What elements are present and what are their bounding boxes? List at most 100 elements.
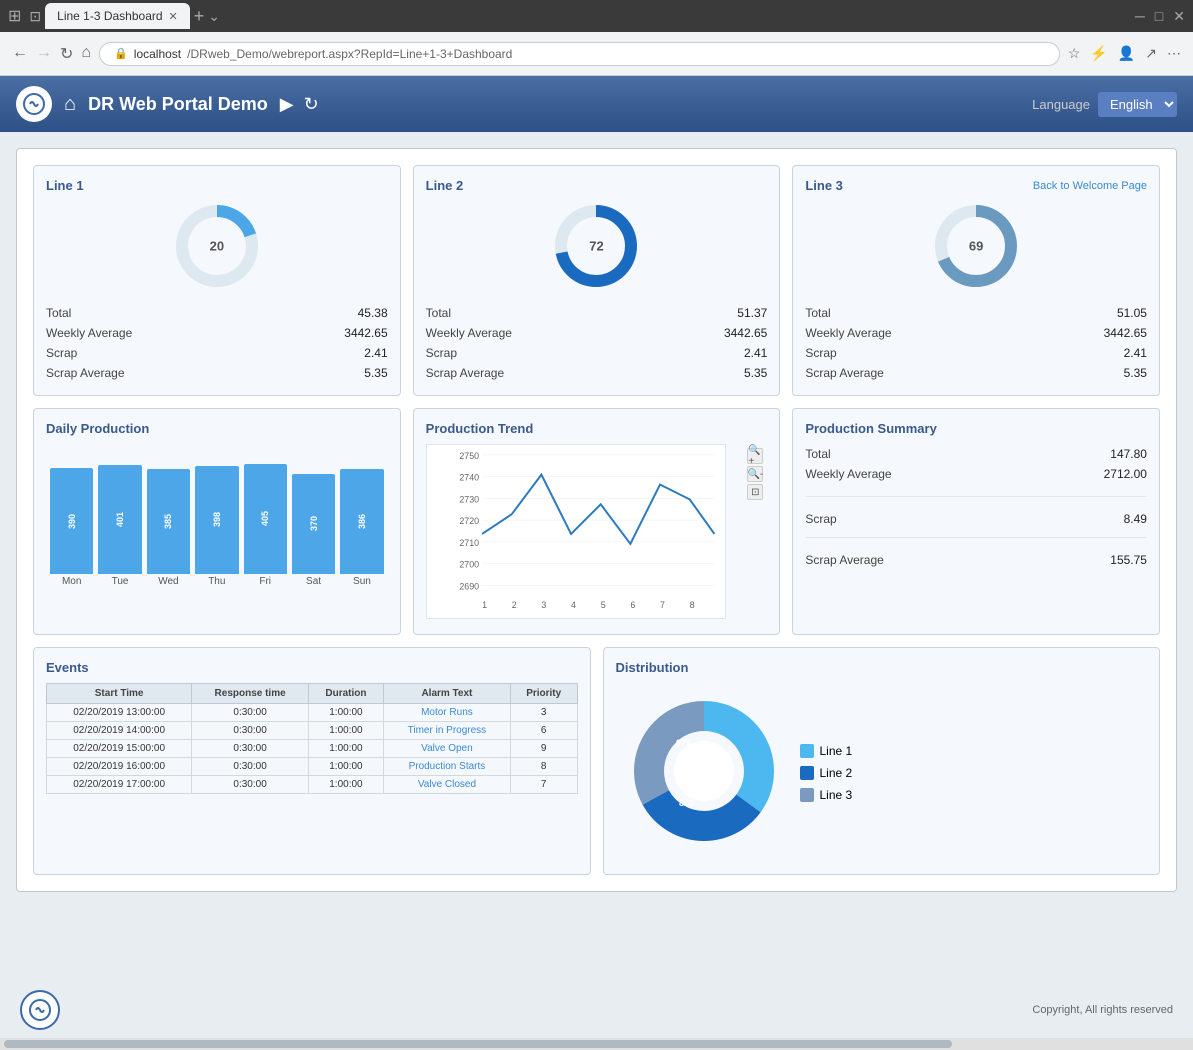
footer-text: Copyright, All rights reserved [1032, 1004, 1173, 1016]
distribution-legend: Line 1 Line 2 Line 3 [800, 744, 853, 802]
zoom-in-button[interactable]: 🔍+ [747, 448, 763, 464]
nav-buttons: ← → ↻ ⌂ [12, 44, 91, 64]
bar-chart-area: 390401385398405370386 [46, 444, 388, 574]
bar-tue: 401 [98, 465, 141, 574]
back-button[interactable]: ← [12, 44, 28, 64]
distribution-svg: 875 900 850 [624, 691, 784, 851]
line1-total-label: Total [46, 306, 71, 320]
scrollbar-track[interactable] [4, 1040, 952, 1048]
col-response: Response time [192, 684, 309, 704]
production-summary-title: Production Summary [805, 421, 1147, 436]
line1-total-row: Total 45.38 [46, 303, 388, 323]
legend-line3-label: Line 3 [820, 788, 853, 802]
table-row: 02/20/2019 14:00:000:30:001:00:00Timer i… [47, 722, 578, 740]
svg-text:2: 2 [511, 600, 516, 610]
legend-line2: Line 2 [800, 766, 853, 780]
line2-total-row: Total 51.37 [426, 303, 768, 323]
play-button[interactable]: ▶ [280, 94, 294, 115]
cell-alarm[interactable]: Valve Open [383, 740, 510, 758]
zoom-reset-button[interactable]: ⊡ [747, 484, 763, 500]
bookmark-icon[interactable]: ☆ [1068, 45, 1081, 62]
svg-text:900: 900 [712, 761, 727, 771]
tab-menu-button[interactable]: ⌄ [208, 8, 220, 25]
cell-priority: 6 [510, 722, 577, 740]
language-select[interactable]: English [1098, 92, 1177, 117]
table-row: 02/20/2019 16:00:000:30:001:00:00Product… [47, 758, 578, 776]
distribution-donut: 875 900 850 [624, 691, 784, 854]
cell-alarm[interactable]: Valve Closed [383, 776, 510, 794]
profile-icon[interactable]: 👤 [1118, 45, 1135, 62]
events-card: Events Start Time Response time Duration… [33, 647, 591, 875]
scrollbar[interactable] [0, 1038, 1193, 1050]
bar-value-fri: 405 [260, 511, 270, 526]
line3-donut: 69 [931, 201, 1021, 291]
logo-icon [22, 92, 46, 116]
maximize-button[interactable]: □ [1155, 8, 1163, 25]
minimize-button[interactable]: ─ [1135, 8, 1145, 25]
line1-scrap-value: 2.41 [364, 346, 387, 360]
day-label-sun: Sun [340, 576, 383, 587]
line2-scrap-label: Scrap [426, 346, 457, 360]
cell-alarm[interactable]: Production Starts [383, 758, 510, 776]
cell-start: 02/20/2019 16:00:00 [47, 758, 192, 776]
trend-chart-wrapper: 2750 2740 2730 2720 2710 2700 2690 [426, 444, 768, 622]
svg-text:875: 875 [676, 738, 691, 748]
home-button[interactable]: ⌂ [81, 44, 91, 64]
bar-sat: 370 [292, 474, 335, 574]
line3-scrap-value: 2.41 [1124, 346, 1147, 360]
cell-start: 02/20/2019 13:00:00 [47, 704, 192, 722]
share-icon[interactable]: ↗ [1145, 45, 1157, 62]
bar-wrapper-mon: 390 [50, 444, 93, 574]
summary-scrap-avg-label: Scrap Average [805, 553, 884, 567]
svg-text:6: 6 [630, 600, 635, 610]
extensions-icon[interactable]: ⚡ [1090, 45, 1107, 62]
bar-value-tue: 401 [115, 512, 125, 527]
legend-line1-label: Line 1 [820, 744, 853, 758]
line3-weekly-value: 3442.65 [1104, 326, 1147, 340]
bar-mon: 390 [50, 468, 93, 574]
line2-donut-container: 72 [426, 201, 768, 291]
close-button[interactable]: ✕ [1173, 8, 1185, 25]
app-controls: ▶ ↻ [280, 94, 319, 115]
day-label-thu: Thu [195, 576, 238, 587]
home-nav-icon[interactable]: ⌂ [64, 93, 76, 116]
cell-duration: 1:00:00 [308, 776, 383, 794]
url-box[interactable]: 🔒 localhost /DRweb_Demo/webreport.aspx?R… [99, 42, 1060, 66]
refresh-button[interactable]: ↻ [304, 94, 319, 115]
title-bar: ⊞ ⊡ Line 1-3 Dashboard ✕ + ⌄ ─ □ ✕ [0, 0, 1193, 32]
cell-alarm[interactable]: Timer in Progress [383, 722, 510, 740]
line1-scrap-avg-value: 5.35 [364, 366, 387, 380]
summary-divider2 [805, 537, 1147, 546]
cell-duration: 1:00:00 [308, 704, 383, 722]
summary-weekly-row: Weekly Average 2712.00 [805, 464, 1147, 484]
footer-logo [20, 990, 60, 1030]
line2-scrap-avg-label: Scrap Average [426, 366, 505, 380]
new-tab-button[interactable]: + [194, 6, 205, 27]
line1-weekly-label: Weekly Average [46, 326, 132, 340]
table-row: 02/20/2019 15:00:000:30:001:00:00Valve O… [47, 740, 578, 758]
cell-alarm[interactable]: Motor Runs [383, 704, 510, 722]
tab-close-button[interactable]: ✕ [169, 10, 178, 23]
svg-text:8: 8 [689, 600, 694, 610]
line3-weekly-row: Weekly Average 3442.65 [805, 323, 1147, 343]
svg-text:1: 1 [482, 600, 487, 610]
active-tab[interactable]: Line 1-3 Dashboard ✕ [45, 3, 190, 29]
bar-thu: 398 [195, 466, 238, 574]
line3-donut-label: 69 [969, 239, 983, 254]
bar-value-mon: 390 [67, 514, 77, 529]
svg-text:3: 3 [541, 600, 546, 610]
line1-donut-label: 20 [210, 239, 224, 254]
line1-card: Line 1 20 Total 45.38 [33, 165, 401, 396]
top-grid: Line 1 20 Total 45.38 [33, 165, 1160, 396]
tab-title: Line 1-3 Dashboard [57, 9, 162, 23]
line2-weekly-label: Weekly Average [426, 326, 512, 340]
back-to-welcome-link[interactable]: Back to Welcome Page [1033, 180, 1147, 192]
day-label-sat: Sat [292, 576, 335, 587]
menu-icon[interactable]: ⋯ [1167, 45, 1181, 62]
reload-button[interactable]: ↻ [60, 44, 73, 64]
forward-button[interactable]: → [36, 44, 52, 64]
bar-value-thu: 398 [212, 512, 222, 527]
zoom-out-button[interactable]: 🔍- [747, 466, 763, 482]
cell-duration: 1:00:00 [308, 740, 383, 758]
daily-production-title: Daily Production [46, 421, 388, 436]
